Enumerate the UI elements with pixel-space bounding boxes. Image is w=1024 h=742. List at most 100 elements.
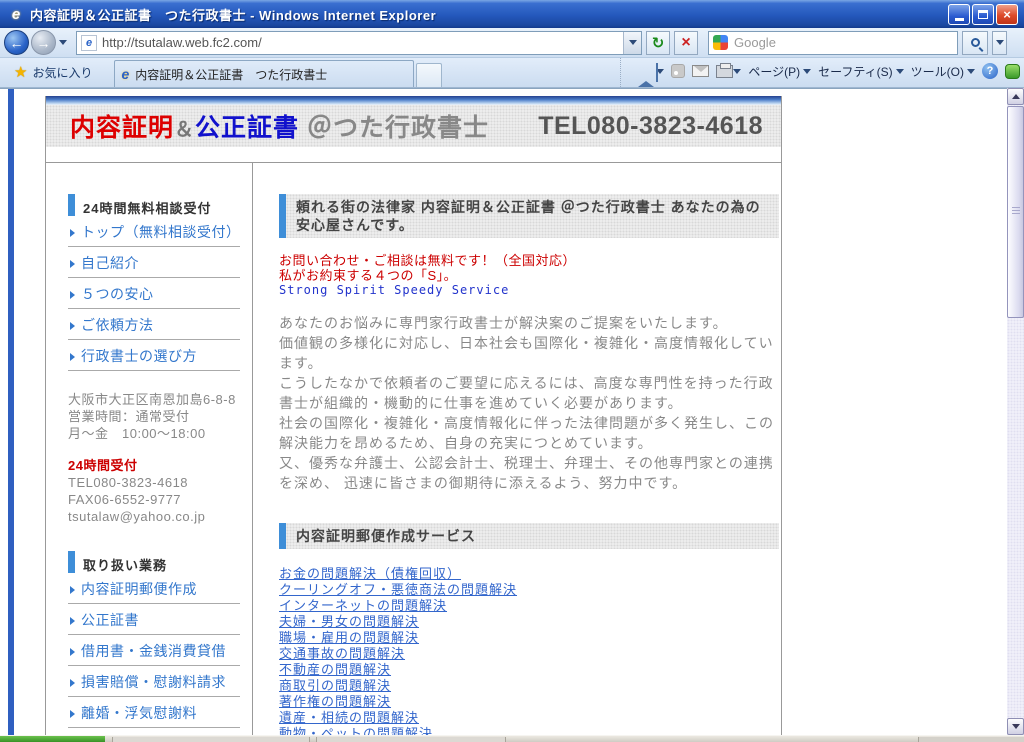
sidebar-section-services: 取り扱い業務: [68, 551, 234, 573]
arrow-right-icon: [70, 291, 75, 299]
sidebar-item-naiyoshomei[interactable]: 内容証明郵便作成: [68, 573, 240, 604]
search-box[interactable]: [708, 31, 958, 55]
favorites-label: お気に入り: [32, 64, 92, 81]
page-left-accent-strip: [8, 89, 14, 736]
new-tab-button[interactable]: [416, 63, 442, 87]
tools-menu-button[interactable]: ツール(O): [911, 60, 975, 82]
mail-icon: [692, 65, 709, 77]
contact-hours-1: 営業時間：通常受付: [68, 408, 240, 425]
star-icon: ★: [14, 63, 27, 81]
arrow-right-icon: [70, 710, 75, 718]
scroll-down-button[interactable]: [1007, 718, 1024, 735]
content-columns: 24時間無料相談受付 トップ（無料相談受付） 自己紹介 ５つの安心 ご依頼方法 …: [46, 163, 781, 735]
intro-heading-text: 頼れる街の法律家 内容証明＆公正証書 ＠つた行政書士 あなたの為の安心屋さんです…: [286, 194, 779, 238]
search-button[interactable]: [962, 31, 988, 55]
sidebar-item-five-assurances[interactable]: ５つの安心: [68, 278, 240, 309]
messenger-button[interactable]: [1005, 60, 1020, 82]
contact-hours-2: 月～金 10:00～18:00: [68, 425, 240, 442]
window-title: 内容証明＆公正証書 つた行政書士 - Windows Internet Expl…: [30, 5, 436, 24]
stop-button[interactable]: ×: [674, 31, 698, 55]
back-button[interactable]: ←: [4, 30, 29, 55]
link-cooling-off[interactable]: クーリングオフ・悪徳商法の問題解決: [279, 582, 517, 598]
start-button-edge[interactable]: [0, 736, 105, 742]
scrollbar-thumb[interactable]: [1007, 106, 1024, 318]
sidebar-item-choosing-gyoseishoshi[interactable]: 行政書士の選び方: [68, 340, 240, 371]
vertical-scrollbar[interactable]: [1007, 88, 1024, 735]
close-button[interactable]: ×: [996, 4, 1018, 25]
safety-menu-label: セーフティ(S): [818, 63, 893, 80]
chevron-down-icon: [996, 40, 1004, 45]
link-commercial-transactions[interactable]: 商取引の問題解決: [279, 678, 391, 694]
paragraph: あなたのお悩みに専門家行政書士が解決案のご提案をいたします。: [279, 313, 781, 333]
sidebar-item-divorce[interactable]: 離婚・浮気慰謝料: [68, 697, 240, 728]
address-bar[interactable]: e: [76, 31, 642, 55]
minimize-button[interactable]: [948, 4, 970, 25]
favorites-button[interactable]: ★ お気に入り: [8, 60, 98, 84]
arrow-right-icon: [70, 679, 75, 687]
sidebar-item-label: 内容証明郵便作成: [81, 581, 197, 598]
tab-active[interactable]: e 内容証明＆公正証書 つた行政書士: [114, 60, 414, 87]
chevron-down-icon: [803, 69, 811, 74]
link-traffic-accident[interactable]: 交通事故の問題解決: [279, 646, 405, 662]
sidebar-item-label: トップ（無料相談受付）: [81, 224, 240, 241]
header-gradient-bar: [46, 96, 781, 105]
safety-menu-button[interactable]: セーフティ(S): [818, 60, 904, 82]
title-bar: e 内容証明＆公正証書 つた行政書士 - Windows Internet Ex…: [0, 0, 1024, 28]
sidebar-item-label: ５つの安心: [81, 286, 154, 303]
paragraph: 又、優秀な弁護士、公認会計士、税理士、弁理士、その他専門家との連携を深め、 迅速…: [279, 453, 781, 493]
chevron-down-icon: [967, 69, 975, 74]
contact-fax: FAX06-6552-9777: [68, 491, 240, 508]
sidebar-item-profile[interactable]: 自己紹介: [68, 247, 240, 278]
sidebar-item-label: ご依頼方法: [81, 317, 154, 334]
sidebar-item-how-to-request[interactable]: ご依頼方法: [68, 309, 240, 340]
link-inheritance[interactable]: 遺産・相続の問題解決: [279, 710, 419, 726]
sidebar-item-label: 行政書士の選び方: [81, 348, 197, 365]
sidebar-item-koseishosho[interactable]: 公正証書: [68, 604, 240, 635]
help-button[interactable]: ?: [982, 60, 998, 82]
service-heading-text: 内容証明郵便作成サービス: [286, 523, 779, 549]
address-dropdown[interactable]: [623, 32, 641, 54]
google-icon: [713, 35, 728, 50]
sidebar-item-top[interactable]: トップ（無料相談受付）: [68, 216, 240, 247]
mail-button[interactable]: [692, 60, 709, 82]
url-input[interactable]: [97, 35, 623, 50]
feeds-button[interactable]: [671, 60, 685, 82]
contact-24h-label: 24時間受付: [68, 457, 240, 474]
navigation-bar: ← → e ↻ ×: [0, 28, 1024, 58]
chevron-down-icon: [629, 40, 637, 45]
link-marital-problems[interactable]: 夫婦・男女の問題解決: [279, 614, 419, 630]
sidebar-item-loan-documents[interactable]: 借用書・金銭消費貸借: [68, 635, 240, 666]
search-options-dropdown[interactable]: [992, 31, 1007, 55]
home-button[interactable]: [638, 60, 664, 82]
site-title-red: 内容証明: [70, 114, 174, 142]
minimize-icon: [955, 18, 964, 21]
taskbar-button[interactable]: [112, 737, 310, 742]
intro-paragraphs: あなたのお悩みに専門家行政書士が解決案のご提案をいたします。 価値観の多様化に対…: [279, 313, 781, 493]
arrow-right-icon: [70, 322, 75, 330]
command-bar: ページ(P) セーフティ(S) ツール(O) ?: [620, 58, 1020, 87]
link-workplace-problems[interactable]: 職場・雇用の問題解決: [279, 630, 419, 646]
search-input[interactable]: [728, 35, 957, 50]
link-internet-problems[interactable]: インターネットの問題解決: [279, 598, 447, 614]
sidebar-item-label: 借用書・金銭消費貸借: [81, 643, 226, 660]
page-menu-label: ページ(P): [748, 63, 800, 80]
link-copyright[interactable]: 著作権の問題解決: [279, 694, 391, 710]
link-real-estate[interactable]: 不動産の問題解決: [279, 662, 391, 678]
forward-button[interactable]: →: [31, 30, 56, 55]
site-title: 内容証明＆公正証書 ＠つた行政書士: [70, 108, 489, 144]
tab-title: 内容証明＆公正証書 つた行政書士: [135, 66, 327, 83]
scroll-up-button[interactable]: [1007, 88, 1024, 105]
sidebar-item-damages-claim[interactable]: 損害賠償・慰謝料請求: [68, 666, 240, 697]
link-money-problems[interactable]: お金の問題解決（債権回収）: [279, 566, 461, 582]
recent-pages-dropdown[interactable]: [56, 33, 70, 53]
taskbar-button[interactable]: [316, 737, 506, 742]
section-accent-bar: [68, 551, 75, 573]
system-tray-edge: [918, 737, 1024, 742]
magnifier-icon: [971, 38, 980, 47]
print-button[interactable]: [716, 60, 741, 82]
maximize-button[interactable]: [972, 4, 994, 25]
page-menu-button[interactable]: ページ(P): [748, 60, 811, 82]
refresh-button[interactable]: ↻: [646, 31, 670, 55]
arrow-down-icon: [1012, 724, 1020, 729]
messenger-icon: [1005, 64, 1020, 79]
